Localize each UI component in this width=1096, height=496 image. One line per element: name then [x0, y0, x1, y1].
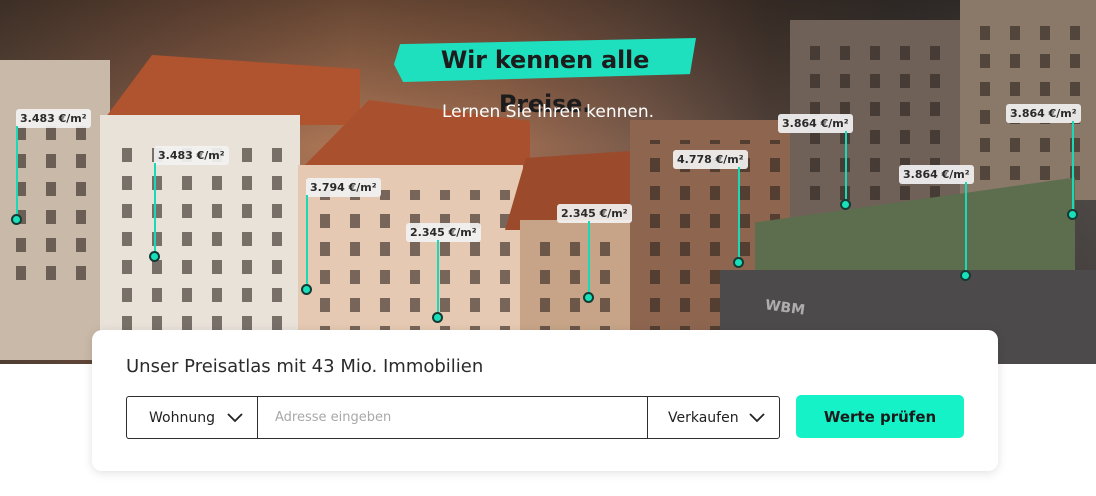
- page-subtitle: Lernen Sie Ihren kennen.: [441, 102, 655, 122]
- chevron-down-icon: [227, 413, 243, 423]
- headline-block: Wir kennen alle Preise.: [394, 38, 696, 118]
- price-tag: 2.345 €/m²: [406, 223, 481, 242]
- price-pin-dot: [1067, 209, 1078, 220]
- price-tag: 3.794 €/m²: [306, 178, 381, 197]
- price-tag: 3.483 €/m²: [16, 109, 91, 128]
- price-tag: 3.864 €/m²: [1006, 104, 1081, 123]
- price-pin-dot: [301, 284, 312, 295]
- price-tag: 3.864 €/m²: [899, 165, 974, 184]
- check-values-button[interactable]: Werte prüfen: [796, 395, 964, 438]
- chevron-down-icon: [749, 413, 765, 423]
- page-title: Wir kennen alle Preise.: [440, 46, 650, 118]
- price-pin-dot: [960, 270, 971, 281]
- price-pin-dot: [11, 214, 22, 225]
- search-form: Wohnung Verkaufen: [126, 396, 780, 439]
- hero-banner: WBM Wir kennen alle Preise. Lernen Sie I…: [0, 0, 1096, 364]
- price-pin-dot: [733, 257, 744, 268]
- price-tag: 3.864 €/m²: [778, 114, 853, 133]
- property-type-value: Wohnung: [149, 409, 215, 426]
- price-pin-dot: [432, 312, 443, 323]
- price-tag: 2.345 €/m²: [557, 204, 632, 223]
- intent-value: Verkaufen: [668, 409, 739, 426]
- intent-select[interactable]: Verkaufen: [647, 397, 779, 438]
- search-card-title: Unser Preisatlas mit 43 Mio. Immobilien: [126, 356, 484, 377]
- price-tag: 3.483 €/m²: [154, 146, 229, 165]
- price-pin-dot: [840, 199, 851, 210]
- price-tag: 4.778 €/m²: [673, 150, 748, 169]
- address-input[interactable]: [258, 397, 647, 438]
- price-pin-dot: [583, 292, 594, 303]
- price-pin-dot: [149, 251, 160, 262]
- property-type-select[interactable]: Wohnung: [127, 397, 258, 438]
- price-atlas-search-card: Unser Preisatlas mit 43 Mio. Immobilien …: [92, 330, 998, 471]
